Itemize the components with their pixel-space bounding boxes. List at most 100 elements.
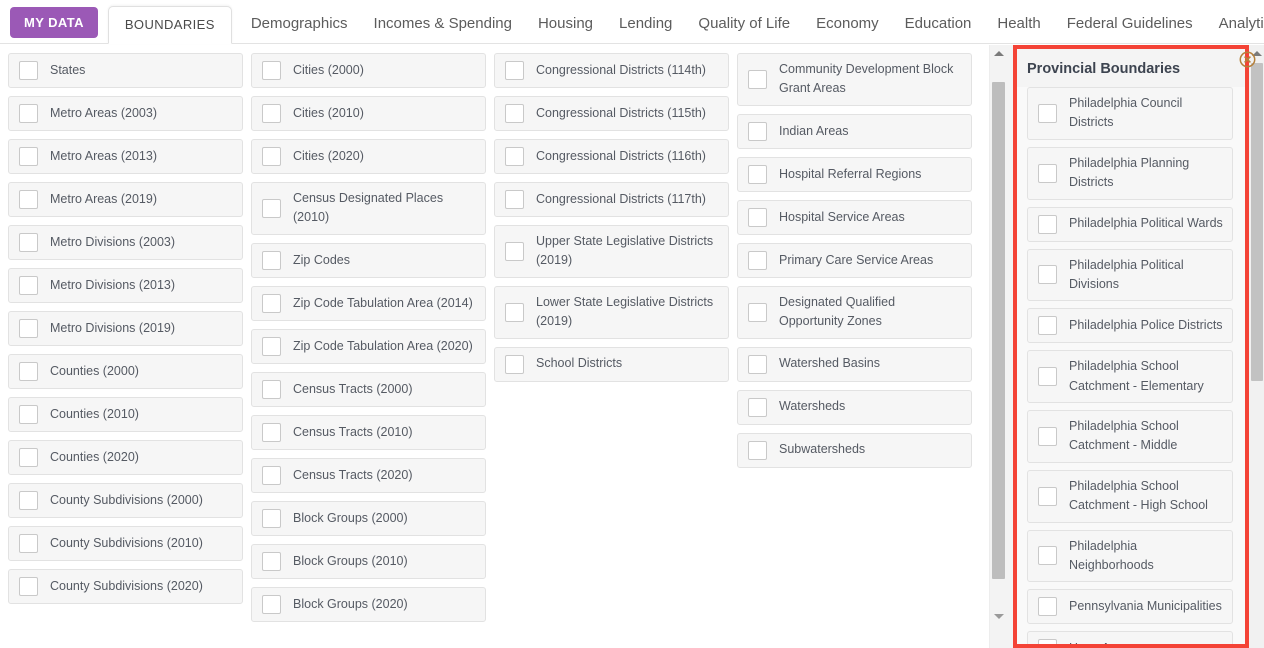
tab-education[interactable]: Education [892,16,985,31]
checkbox[interactable] [1038,597,1057,617]
checkbox[interactable] [1038,214,1057,234]
panel-checkbox-item[interactable]: Philadelphia Police Districts [1027,308,1233,344]
boundary-checkbox-item[interactable]: Block Groups (2020) [251,586,486,622]
checkbox[interactable] [748,354,767,374]
checkbox[interactable] [748,121,767,141]
boundary-checkbox-item[interactable]: Counties (2010) [8,397,243,432]
checkbox[interactable] [1038,639,1057,644]
checkbox[interactable] [19,319,38,338]
checkbox[interactable] [19,190,38,209]
checkbox[interactable] [19,61,38,80]
scroll-up-arrow-icon[interactable] [990,45,1007,62]
tab-health[interactable]: Health [984,16,1053,31]
boundary-checkbox-item[interactable]: Metro Areas (2019) [8,182,243,217]
boundary-checkbox-item[interactable]: Subwatersheds [737,432,972,468]
checkbox[interactable] [19,405,38,424]
boundary-checkbox-item[interactable]: Watershed Basins [737,346,972,382]
checkbox[interactable] [262,104,281,123]
boundary-checkbox-item[interactable]: Block Groups (2010) [251,543,486,579]
tab-federal-guidelines[interactable]: Federal Guidelines [1054,16,1206,31]
tab-lending[interactable]: Lending [606,16,685,31]
checkbox[interactable] [1038,546,1057,566]
boundary-checkbox-item[interactable]: Upper State Legislative Districts (2019) [494,225,729,278]
boundary-checkbox-item[interactable]: Designated Qualified Opportunity Zones [737,285,972,339]
panel-checkbox-item[interactable]: Philadelphia Neighborhoods [1027,529,1233,583]
boundary-checkbox-item[interactable]: Congressional Districts (115th) [494,96,729,131]
checkbox[interactable] [505,104,524,123]
checkbox[interactable] [262,379,281,399]
boundary-checkbox-item[interactable]: Census Tracts (2010) [251,414,486,450]
checkbox[interactable] [19,276,38,295]
checkbox[interactable] [1038,103,1057,123]
checkbox[interactable] [1038,265,1057,285]
boundary-checkbox-item[interactable]: Census Designated Places (2010) [251,182,486,235]
tab-housing[interactable]: Housing [525,16,606,31]
close-icon[interactable] [1239,51,1256,68]
checkbox[interactable] [505,302,524,322]
checkbox[interactable] [262,61,281,80]
checkbox[interactable] [748,440,767,460]
main-scrollbar-thumb[interactable] [992,82,1005,579]
panel-checkbox-item[interactable]: Hope Areas [1027,631,1233,644]
checkbox[interactable] [748,302,767,322]
boundary-checkbox-item[interactable]: Hospital Service Areas [737,199,972,235]
checkbox[interactable] [505,354,524,374]
boundary-checkbox-item[interactable]: Congressional Districts (114th) [494,53,729,88]
checkbox[interactable] [19,147,38,166]
checkbox[interactable] [262,508,281,528]
boundary-checkbox-item[interactable]: Lower State Legislative Districts (2019) [494,285,729,339]
boundary-checkbox-item[interactable]: Watersheds [737,389,972,425]
boundary-checkbox-item[interactable]: Census Tracts (2020) [251,457,486,493]
checkbox[interactable] [19,362,38,381]
boundary-checkbox-item[interactable]: Community Development Block Grant Areas [737,53,972,106]
main-vertical-scrollbar[interactable] [989,45,1006,648]
checkbox[interactable] [262,336,281,356]
checkbox[interactable] [262,422,281,442]
boundary-checkbox-item[interactable]: School Districts [494,346,729,382]
panel-checkbox-item[interactable]: Pennsylvania Municipalities [1027,589,1233,625]
checkbox[interactable] [1038,426,1057,446]
boundary-checkbox-item[interactable]: County Subdivisions (2020) [8,569,243,604]
scroll-down-arrow-icon[interactable] [990,608,1007,625]
checkbox[interactable] [19,104,38,123]
boundary-checkbox-item[interactable]: Metro Divisions (2003) [8,225,243,260]
boundary-checkbox-item[interactable]: Primary Care Service Areas [737,242,972,278]
panel-checkbox-item[interactable]: Philadelphia School Catchment - Middle [1027,410,1233,463]
boundary-checkbox-item[interactable]: Zip Codes [251,242,486,278]
tab-demographics[interactable]: Demographics [238,16,361,31]
checkbox[interactable] [19,491,38,510]
boundary-checkbox-item[interactable]: Census Tracts (2000) [251,371,486,407]
checkbox[interactable] [262,147,281,166]
panel-checkbox-item[interactable]: Philadelphia School Catchment - Elementa… [1027,350,1233,403]
checkbox[interactable] [748,69,767,89]
tab-quality-of-life[interactable]: Quality of Life [685,16,803,31]
tab-boundaries[interactable]: BOUNDARIES [107,6,232,44]
checkbox[interactable] [505,61,524,80]
boundary-checkbox-item[interactable]: States [8,53,243,88]
boundary-checkbox-item[interactable]: County Subdivisions (2000) [8,483,243,518]
panel-checkbox-item[interactable]: Philadelphia Political Divisions [1027,248,1233,302]
checkbox[interactable] [262,198,281,218]
checkbox[interactable] [262,465,281,485]
checkbox[interactable] [262,250,281,270]
boundary-checkbox-item[interactable]: Counties (2000) [8,354,243,389]
boundary-checkbox-item[interactable]: Block Groups (2000) [251,500,486,536]
checkbox[interactable] [262,594,281,614]
tab-incomes-spending[interactable]: Incomes & Spending [361,16,525,31]
checkbox[interactable] [1038,163,1057,183]
checkbox[interactable] [748,164,767,184]
tab-economy[interactable]: Economy [803,16,892,31]
boundary-checkbox-item[interactable]: Zip Code Tabulation Area (2020) [251,328,486,364]
checkbox[interactable] [19,233,38,252]
boundary-checkbox-item[interactable]: Metro Divisions (2019) [8,311,243,346]
checkbox[interactable] [19,534,38,553]
panel-vertical-scrollbar[interactable] [1249,45,1264,648]
checkbox[interactable] [505,147,524,166]
tab-analytics[interactable]: Analytics [1206,16,1264,31]
boundary-checkbox-item[interactable]: Congressional Districts (116th) [494,139,729,174]
my-data-button[interactable]: MY DATA [10,7,98,38]
boundary-checkbox-item[interactable]: Congressional Districts (117th) [494,182,729,217]
panel-checkbox-item[interactable]: Philadelphia School Catchment - High Sch… [1027,469,1233,523]
panel-checkbox-item[interactable]: Philadelphia Political Wards [1027,206,1233,242]
checkbox[interactable] [19,577,38,596]
